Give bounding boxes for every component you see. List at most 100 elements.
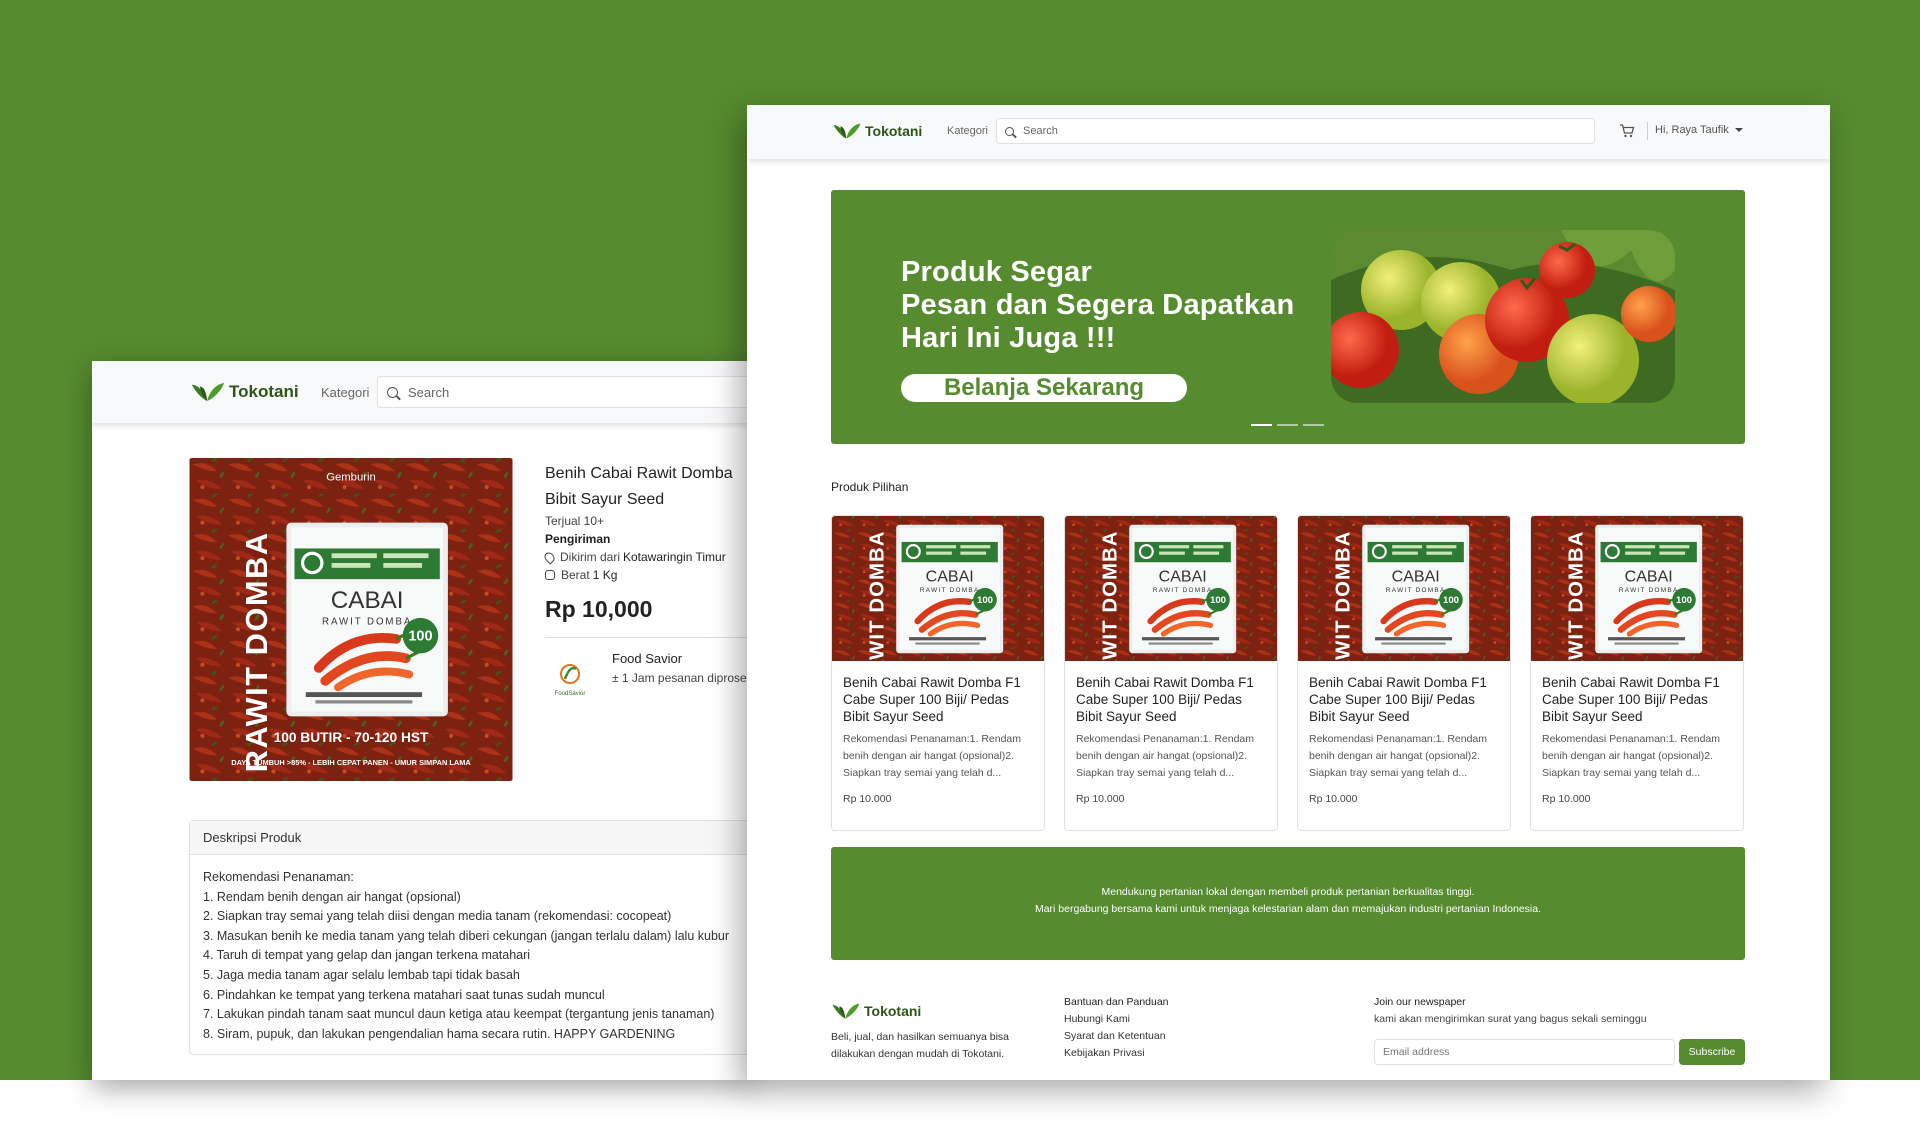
product-card-price: Rp 10.000 (1309, 793, 1358, 805)
product-card-description: Rekomendasi Penanaman:1. Rendam benih de… (1309, 733, 1488, 779)
leaf-logo-icon (832, 122, 862, 140)
product-card[interactable]: Benih Cabai Rawit Domba F1 Cabe Super 10… (1064, 515, 1278, 831)
search-input[interactable]: Search (996, 118, 1595, 144)
product-card-description: Rekomendasi Penanaman:1. Rendam benih de… (1076, 733, 1255, 779)
leaf-logo-icon (831, 1002, 861, 1020)
product-card-price: Rp 10.000 (1076, 793, 1125, 805)
search-icon (387, 386, 398, 398)
cart-icon[interactable] (1619, 124, 1635, 138)
search-icon (1005, 126, 1014, 136)
user-menu[interactable]: Hi, Raya Taufik (1655, 124, 1743, 136)
banner-line-1: Mendukung pertanian lokal dengan membeli… (1101, 886, 1475, 898)
package-tagline: DAYA TUMBUH >85% - LEBIH CEPAT PANEN - U… (231, 758, 471, 767)
product-price: Rp 10,000 (545, 596, 653, 622)
description-heading: Deskripsi Produk (190, 821, 752, 855)
brand-logo[interactable]: Tokotani (190, 381, 299, 403)
product-card[interactable]: Benih Cabai Rawit Domba F1 Cabe Super 10… (1530, 515, 1744, 831)
sold-count: Terjual 10+ (545, 514, 605, 528)
product-detail-window: Tokotani Kategori Search Gemburin 100 BU… (92, 361, 752, 1080)
seed-package-image: Gemburin 100 BUTIR - 70-120 HST DAYA TUM… (189, 458, 513, 781)
package-brand: Gemburin (326, 472, 376, 484)
carousel-dot[interactable] (1251, 424, 1272, 426)
search-placeholder: Search (1023, 125, 1058, 137)
footer-logo[interactable]: Tokotani (831, 1002, 921, 1020)
brand-name: Tokotani (865, 123, 923, 139)
seller-name: Food Savior (612, 651, 683, 666)
description-line: 6. Pindahkan ke tempat yang terkena mata… (203, 987, 605, 1002)
description-line: 2. Siapkan tray semai yang telah diisi d… (203, 909, 672, 924)
shipping-origin: Dikirim dari Kotawaringin Timur (542, 549, 752, 565)
hero-carousel: Produk Segar Pesan dan Segera Dapatkan H… (831, 190, 1745, 444)
product-card-title: Benih Cabai Rawit Domba F1 Cabe Super 10… (843, 675, 1021, 724)
email-placeholder: Email address (1383, 1046, 1450, 1058)
weight-label: Berat (561, 568, 590, 582)
hero-image (1331, 230, 1675, 403)
section-title: Produk Pilihan (831, 480, 909, 494)
product-image[interactable]: Gemburin 100 BUTIR - 70-120 HST DAYA TUM… (189, 458, 513, 781)
navbar: Tokotani Kategori Search (92, 361, 752, 423)
product-title-line2: Bibit Sayur Seed (545, 491, 665, 508)
hero-headline-3: Hari Ini Juga !!! (901, 322, 1116, 354)
product-weight: Berat 1 Kg (545, 568, 752, 582)
hero-headline-1: Produk Segar (901, 256, 1092, 288)
carousel-indicators (1251, 424, 1324, 426)
leaf-logo-icon (190, 381, 226, 403)
shipping-heading: Pengiriman (545, 532, 611, 546)
nav-separator (1647, 122, 1648, 140)
product-card-description: Rekomendasi Penanaman:1. Rendam benih de… (1542, 733, 1721, 779)
product-card-title: Benih Cabai Rawit Domba F1 Cabe Super 10… (1076, 675, 1254, 724)
footer-about: Beli, jual, dan hasilkan semuanya bisa d… (831, 1031, 1010, 1060)
subscribe-button[interactable]: Subscribe (1679, 1039, 1745, 1065)
product-card-title: Benih Cabai Rawit Domba F1 Cabe Super 10… (1309, 675, 1487, 724)
brand-name: Tokotani (229, 382, 299, 401)
description-line: 1. Rendam benih dengan air hangat (opsio… (203, 889, 461, 904)
weight-value: 1 Kg (592, 568, 618, 582)
product-card-title: Benih Cabai Rawit Domba F1 Cabe Super 10… (1542, 675, 1720, 724)
product-card[interactable]: Benih Cabai Rawit Domba F1 Cabe Super 10… (1297, 515, 1511, 831)
mission-banner: Mendukung pertanian lokal dengan membeli… (831, 847, 1745, 960)
description-line: 7. Lakukan pindah tanam saat muncul daun… (203, 1007, 715, 1022)
navbar: Tokotani Kategori Search Hi, Raya Taufik (747, 105, 1830, 159)
carousel-dot[interactable] (1277, 424, 1298, 426)
description-card: Deskripsi Produk Rekomendasi Penanaman: … (189, 820, 752, 1055)
footer-link-terms[interactable]: Syarat dan Ketentuan (1064, 1030, 1166, 1042)
location-pin-icon (542, 549, 557, 565)
user-greeting: Hi, Raya Taufik (1655, 124, 1729, 136)
product-card-image (1531, 516, 1744, 661)
product-card-image (1065, 516, 1278, 661)
description-line: 4. Taruh di tempat yang gelap dan jangan… (203, 948, 531, 963)
package-bottom-text: 100 BUTIR - 70-120 HST (274, 730, 429, 745)
seller-logo-icon: FoodSavior (555, 664, 585, 697)
footer-link-contact[interactable]: Hubungi Kami (1064, 1013, 1130, 1025)
product-card-description: Rekomendasi Penanaman:1. Rendam benih de… (843, 733, 1022, 779)
brand-logo[interactable]: Tokotani (832, 122, 922, 140)
product-card[interactable]: Benih Cabai Rawit Domba F1 Cabe Super 10… (831, 515, 1045, 831)
search-input[interactable]: Search (377, 376, 752, 408)
brand-name: Tokotani (864, 1003, 922, 1019)
chevron-down-icon (1734, 128, 1743, 132)
newsletter-subtitle: kami akan mengirimkan surat yang bagus s… (1374, 1013, 1647, 1025)
email-field[interactable]: Email address (1374, 1039, 1675, 1065)
help-title: Bantuan dan Panduan (1064, 996, 1169, 1008)
description-line: 5. Jaga media tanam agar selalu lembab t… (203, 967, 520, 982)
divider (545, 637, 752, 638)
product-card-image (1298, 516, 1511, 661)
kategori-menu[interactable]: Kategori (947, 125, 988, 137)
product-card-price: Rp 10.000 (1542, 793, 1591, 805)
newsletter-title: Join our newspaper (1374, 996, 1466, 1008)
description-line: 3. Masukan benih ke media tanam yang tel… (203, 928, 730, 943)
search-placeholder: Search (408, 384, 450, 400)
shipped-from-value: Kotawaringin Timur (623, 550, 726, 564)
hero-headline-2: Pesan dan Segera Dapatkan (901, 289, 1295, 321)
shop-now-button[interactable]: Belanja Sekarang (901, 374, 1187, 402)
seller-response-time: ± 1 Jam pesanan diproses (612, 671, 752, 685)
carousel-dot[interactable] (1303, 424, 1324, 426)
description-body: Rekomendasi Penanaman: 1. Rendam benih d… (190, 855, 752, 1057)
footer-link-privacy[interactable]: Kebijakan Privasi (1064, 1047, 1145, 1059)
description-line: Rekomendasi Penanaman: (203, 870, 354, 884)
kategori-menu[interactable]: Kategori (321, 385, 369, 400)
product-card-image (832, 516, 1045, 661)
shipped-from-label: Dikirim dari (560, 550, 620, 564)
product-info: Benih Cabai Rawit Domba Bibit Sayur Seed… (542, 461, 752, 638)
tomatoes-image (1331, 230, 1675, 403)
